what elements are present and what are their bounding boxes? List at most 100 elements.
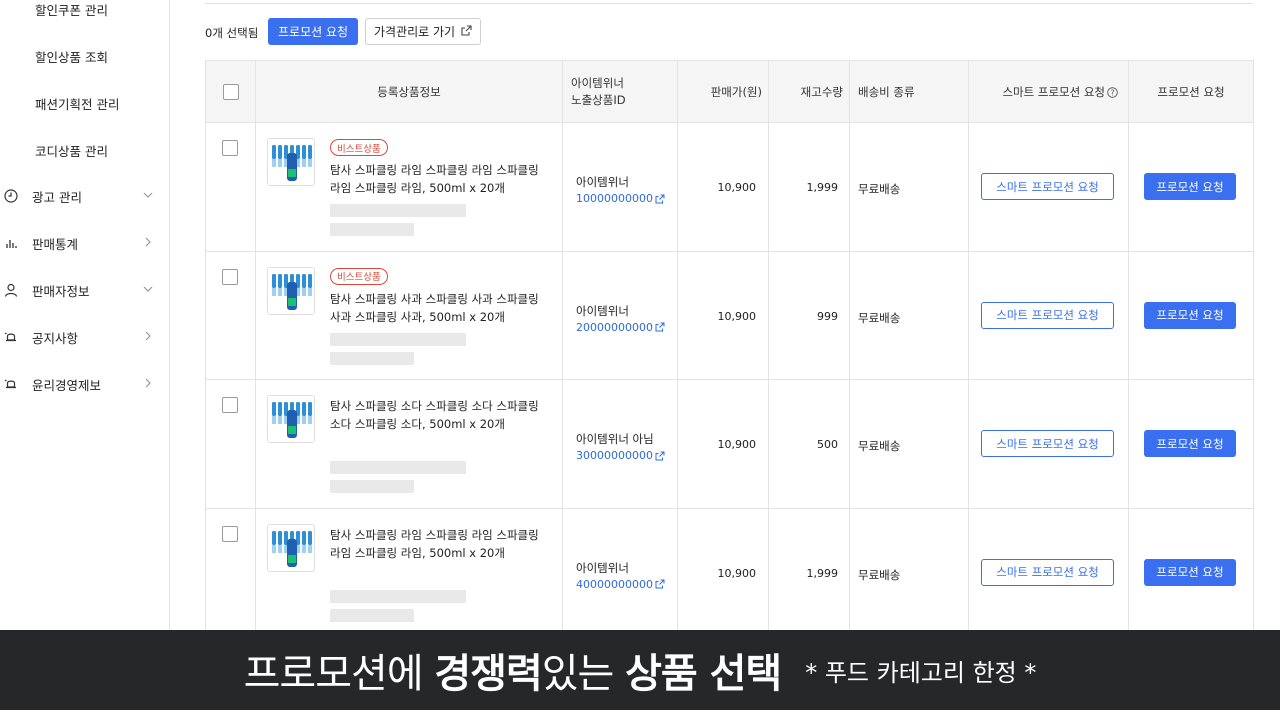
- sale-price: 10,900: [717, 566, 757, 580]
- divider: [562, 60, 563, 640]
- sidebar-item-ethics-report[interactable]: 윤리경영제보: [0, 372, 170, 396]
- caption-note: * 푸드 카테고리 한정 *: [805, 658, 1037, 687]
- header-price: 판매가(원): [710, 85, 762, 99]
- placeholder-bar: [330, 223, 414, 236]
- shipping-type: 무료배송: [858, 310, 901, 325]
- row-checkbox[interactable]: [222, 525, 238, 542]
- bell-icon: [4, 330, 18, 344]
- best-product-badge: 비스트상품: [330, 139, 388, 156]
- go-price-management-button[interactable]: 가격관리로 가기: [365, 18, 482, 45]
- product-name[interactable]: 탐사 스파클링 소다 스파클링 소다 스파클링 소다 스파클링 소다, 500m…: [330, 397, 552, 433]
- product-thumbnail[interactable]: [267, 138, 315, 186]
- chevron-right-icon[interactable]: [142, 330, 154, 342]
- stock-quantity: 1,999: [806, 566, 839, 580]
- sidebar-item-fashion-exhibition[interactable]: 패션기획전 관리: [35, 94, 119, 113]
- sidebar-item-coordi-product[interactable]: 코디상품 관리: [35, 141, 108, 160]
- header-smart-promo-label: 스마트 프로모션 요청: [1002, 85, 1105, 99]
- product-id-link[interactable]: 40000000000: [576, 578, 665, 591]
- sidebar-item-label: 공지사항: [32, 330, 79, 346]
- selected-count: 0개 선택됨: [205, 26, 259, 40]
- smart-promotion-request-button[interactable]: 스마트 프로모션 요청: [981, 301, 1114, 329]
- divider: [849, 60, 850, 640]
- sidebar-item-sales-stats[interactable]: 판매통계: [0, 231, 170, 255]
- placeholder-bar: [330, 480, 414, 493]
- smart-promotion-request-button[interactable]: 스마트 프로모션 요청: [981, 430, 1114, 457]
- item-winner-status: 아이템위너: [576, 303, 629, 318]
- table-row: 탐사 스파클링 라임 스파클링 라임 스파클링 라임 스파클링 라임, 500m…: [206, 509, 1253, 637]
- sidebar-item-label: 판매통계: [32, 236, 79, 252]
- product-table: 등록상품정보 아이템위너 노출상품ID 판매가(원) 재고수량 배송비 종류 스…: [205, 60, 1254, 640]
- sidebar-item-discount-product[interactable]: 할인상품 조회: [35, 47, 108, 66]
- product-id: 40000000000: [576, 577, 653, 591]
- product-id: 30000000000: [576, 449, 653, 462]
- bar-chart-icon: [4, 236, 18, 250]
- person-icon: [4, 283, 18, 297]
- clock-icon: [4, 189, 18, 203]
- select-all-checkbox[interactable]: [223, 84, 239, 100]
- promotion-request-button[interactable]: 프로모션 요청: [1144, 301, 1236, 329]
- shipping-type: 무료배송: [858, 439, 901, 453]
- header-item-winner: 아이템위너 노출상품ID: [571, 61, 681, 123]
- header-smart-promo: 스마트 프로모션 요청 ?: [968, 61, 1128, 123]
- table-row: 비스트상품 탐사 스파클링 사과 스파클링 사과 스파클링 사과 스파클링 사과,…: [206, 252, 1253, 380]
- product-id-link[interactable]: 10000000000: [576, 192, 665, 205]
- table-body: 비스트상품탐사 스파클링 라임 스파클링 라임 스파클링 라임 스파클링 라임,…: [206, 123, 1253, 637]
- row-checkbox[interactable]: [222, 140, 238, 156]
- placeholder-bar: [330, 351, 414, 365]
- row-checkbox[interactable]: [222, 268, 238, 285]
- smart-promotion-request-button[interactable]: 스마트 프로모션 요청: [981, 173, 1114, 200]
- placeholder-bar: [330, 608, 414, 622]
- row-checkbox[interactable]: [222, 397, 238, 413]
- product-id: 20000000000: [576, 320, 653, 334]
- placeholder-bar: [330, 589, 466, 603]
- sidebar-item-discount-coupon[interactable]: 할인쿠폰 관리: [35, 0, 108, 19]
- stock-quantity: 500: [817, 438, 838, 451]
- promotion-request-button[interactable]: 프로모션 요청: [1144, 558, 1236, 586]
- promotion-request-button[interactable]: 프로모션 요청: [1144, 430, 1236, 457]
- product-name[interactable]: 탐사 스파클링 라임 스파클링 라임 스파클링 라임 스파클링 라임, 500m…: [330, 161, 552, 197]
- item-winner-status: 아이템위너: [576, 175, 629, 189]
- product-id: 10000000000: [576, 192, 653, 205]
- header-promo: 프로모션 요청: [1157, 85, 1225, 99]
- sale-price: 10,900: [717, 438, 757, 451]
- shipping-type: 무료배송: [858, 567, 901, 582]
- chevron-right-icon[interactable]: [142, 236, 154, 248]
- divider: [677, 60, 678, 640]
- sale-price: 10,900: [717, 181, 757, 194]
- caption-part: 있는: [541, 651, 626, 697]
- sidebar-item-ads[interactable]: 광고 관리: [0, 184, 170, 208]
- chevron-right-icon[interactable]: [142, 377, 154, 389]
- sidebar-item-notice[interactable]: 공지사항: [0, 325, 170, 349]
- header-item-winner-line1: 아이템위너: [571, 76, 624, 90]
- header-shipping: 배송비 종류: [858, 85, 915, 99]
- caption-bar: 프로모션에 경쟁력있는 상품 선택 * 푸드 카테고리 한정 *: [0, 630, 1280, 710]
- chevron-down-icon[interactable]: [142, 189, 154, 201]
- stock-quantity: 1,999: [806, 181, 839, 194]
- sidebar-item-seller-info[interactable]: 판매자정보: [0, 278, 170, 302]
- table-row: 탐사 스파클링 소다 스파클링 소다 스파클링 소다 스파클링 소다, 500m…: [206, 380, 1253, 509]
- external-link-icon: [655, 194, 665, 204]
- chevron-down-icon[interactable]: [142, 283, 154, 295]
- smart-promotion-request-button[interactable]: 스마트 프로모션 요청: [981, 558, 1114, 586]
- promotion-request-button[interactable]: 프로모션 요청: [1144, 173, 1236, 200]
- product-name[interactable]: 탐사 스파클링 사과 스파클링 사과 스파클링 사과 스파클링 사과, 500m…: [330, 290, 552, 326]
- caption-emphasis: 상품 선택: [625, 651, 782, 697]
- sidebar: 할인쿠폰 관리 할인상품 조회 패션기획전 관리 코디상품 관리 광고 관리 판…: [0, 0, 170, 630]
- caption-part: 프로모션에: [243, 651, 435, 697]
- divider: [968, 60, 969, 640]
- product-thumbnail[interactable]: [267, 395, 315, 443]
- svg-text:?: ?: [1111, 88, 1115, 97]
- bulk-promotion-request-button[interactable]: 프로모션 요청: [268, 18, 359, 45]
- table-header: 등록상품정보 아이템위너 노출상품ID 판매가(원) 재고수량 배송비 종류 스…: [206, 60, 1253, 123]
- divider: [1128, 60, 1129, 640]
- product-thumbnail[interactable]: [267, 523, 315, 572]
- stock-quantity: 999: [817, 309, 838, 323]
- external-link-icon: [461, 24, 472, 39]
- product-thumbnail[interactable]: [267, 266, 315, 315]
- placeholder-bar: [330, 332, 466, 346]
- item-winner-status: 아이템위너: [576, 560, 629, 575]
- product-id-link[interactable]: 20000000000: [576, 321, 665, 334]
- help-icon[interactable]: ?: [1107, 86, 1118, 98]
- product-name[interactable]: 탐사 스파클링 라임 스파클링 라임 스파클링 라임 스파클링 라임, 500m…: [330, 526, 552, 562]
- product-id-link[interactable]: 30000000000: [576, 449, 665, 462]
